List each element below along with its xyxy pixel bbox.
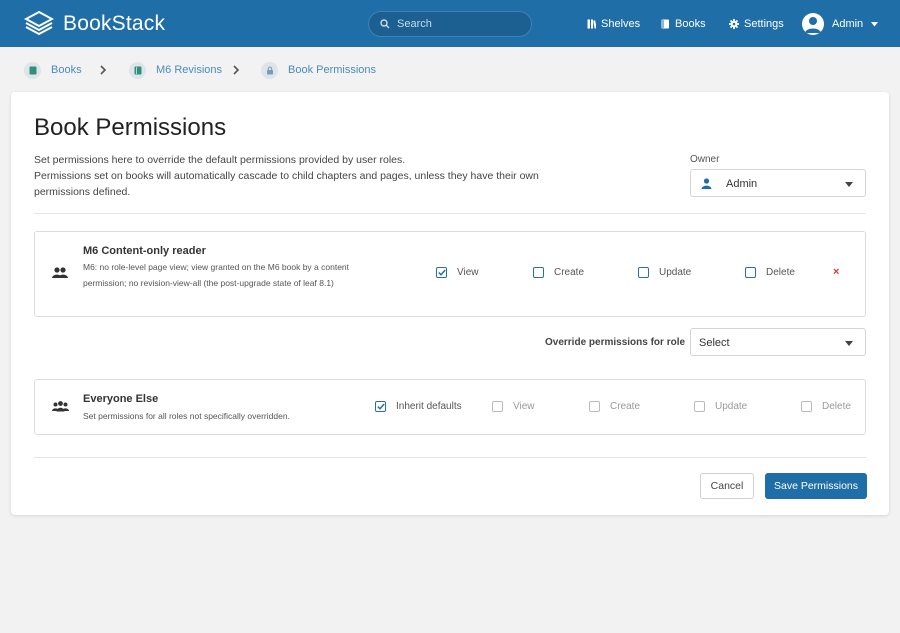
checkbox-label: Create [610,401,641,412]
breadcrumb-books[interactable]: Books [24,61,82,79]
checkbox-unchecked[interactable] [533,267,544,278]
breadcrumb-book[interactable]: M6 Revisions [129,61,222,79]
inherit-defaults-checkbox[interactable]: Inherit defaults [375,401,462,412]
user-name: Admin [832,18,864,30]
user-menu[interactable]: Admin [802,13,879,35]
chevron-right-icon [100,65,107,75]
role-permission-row: M6 Content-only reader M6: no role-level… [34,231,866,317]
lock-icon [261,61,278,79]
nav-shelves-label: Shelves [601,18,641,30]
checkbox-label: Create [554,267,585,278]
everyone-create-checkbox[interactable]: Create [589,401,640,412]
everyone-delete-checkbox[interactable]: Delete [801,401,851,412]
gear-icon [729,19,739,29]
books-icon [661,19,669,29]
checkbox-label: Update [715,401,748,412]
breadcrumb-permissions[interactable]: Book Permissions [261,61,376,79]
checkbox-unchecked[interactable] [492,401,503,412]
everyone-else-description: Set permissions for all roles not specif… [83,411,290,421]
checkbox-label: Delete [822,401,851,412]
checkbox-label: Update [659,267,692,278]
caret-down-icon [871,21,879,26]
user-icon [701,178,712,189]
cancel-button[interactable]: Cancel [700,473,754,499]
remove-role-button[interactable]: × [833,266,839,278]
owner-label: Owner [690,154,720,165]
search-icon [380,19,390,29]
checkbox-label: View [513,401,535,412]
description-line: Permissions set on books will automatica… [34,170,539,198]
breadcrumb-permissions-label: Book Permissions [288,64,377,76]
role-select-value: Select [699,337,730,349]
checkbox-unchecked[interactable] [745,267,756,278]
nav-books[interactable]: Books [661,16,706,32]
nav-shelves[interactable]: Shelves [587,16,640,32]
checkbox-checked[interactable] [375,401,386,412]
role-update-checkbox[interactable]: Update [638,267,691,278]
owner-select[interactable]: Admin [690,169,866,197]
breadcrumb-books-label: Books [51,64,82,76]
books-icon [24,61,41,79]
book-icon [129,61,146,79]
role-delete-checkbox[interactable]: Delete [745,267,795,278]
everyone-group-icon [52,401,69,412]
everyone-view-checkbox[interactable]: View [492,401,535,412]
role-name: M6 Content-only reader [83,245,206,257]
group-icon [52,267,68,278]
divider [34,213,866,214]
breadcrumb-book-label: M6 Revisions [156,64,223,76]
everyone-else-name: Everyone Else [83,393,159,405]
nav-settings[interactable]: Settings [729,16,784,32]
override-role-select[interactable]: Select [690,328,866,356]
save-permissions-button[interactable]: Save Permissions [765,473,867,499]
page-description: Set permissions here to override the def… [34,152,554,200]
description-line: Set permissions here to override the def… [34,154,406,166]
app-name[interactable]: BookStack [63,12,165,36]
user-avatar-icon [805,17,821,33]
checkbox-checked[interactable] [436,267,447,278]
dropdown-arrow-icon [845,341,853,346]
checkbox-unchecked[interactable] [801,401,812,412]
page-title: Book Permissions [34,114,227,141]
chevron-right-icon [233,65,240,75]
checkbox-label: Inherit defaults [396,401,462,412]
divider [34,457,866,458]
nav-settings-label: Settings [744,18,784,30]
permissions-card: Book Permissions Set permissions here to… [11,92,889,515]
checkbox-label: Delete [766,267,795,278]
bookstack-logo-icon[interactable] [24,10,54,38]
nav-books-label: Books [675,18,706,30]
everyone-else-row: Everyone Else Set permissions for all ro… [34,379,866,435]
role-description: M6: no role-level page view; view grante… [83,262,350,288]
checkmark-icon [376,403,385,410]
avatar [802,13,824,35]
shelves-icon [587,19,596,29]
dropdown-arrow-icon [845,182,853,187]
checkbox-unchecked[interactable] [589,401,600,412]
owner-value: Admin [726,178,758,190]
role-create-checkbox[interactable]: Create [533,267,584,278]
checkbox-unchecked[interactable] [694,401,705,412]
search-input[interactable] [397,15,525,33]
search-box[interactable] [368,11,532,37]
override-role-label: Override permissions for role [545,337,686,348]
top-header: BookStack Shelves Books Settings [0,0,900,47]
checkmark-icon [437,269,446,276]
everyone-update-checkbox[interactable]: Update [694,401,747,412]
checkbox-label: View [457,267,479,278]
role-view-checkbox[interactable]: View [436,267,479,278]
checkbox-unchecked[interactable] [638,267,649,278]
